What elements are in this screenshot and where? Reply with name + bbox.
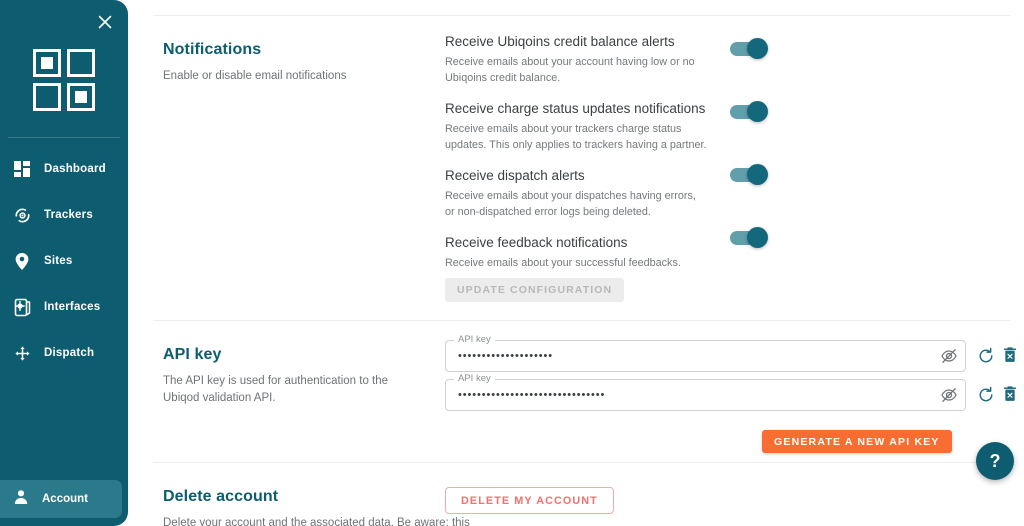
- notification-sub: Receive emails about your trackers charg…: [445, 122, 707, 152]
- notification-name: Receive dispatch alerts: [445, 168, 585, 184]
- delete-account-section-header: Delete account Delete your account and t…: [163, 488, 470, 526]
- notification-name: Receive charge status updates notificati…: [445, 101, 706, 117]
- notification-name: Receive Ubiqoins credit balance alerts: [445, 34, 675, 49]
- delete-my-account-button[interactable]: DELETE MY ACCOUNT: [445, 487, 614, 514]
- app-logo-icon: [0, 44, 128, 116]
- notification-row: Receive dispatch alerts Receive emails a…: [445, 167, 775, 221]
- divider-mid: [153, 320, 1010, 321]
- notification-sub: Receive emails about your successful fee…: [445, 256, 681, 269]
- api-key-row: API key •••••••••••••••••••••••••••••••: [445, 373, 1017, 411]
- help-question-icon[interactable]: ?: [976, 442, 1014, 480]
- sidebar-item-sites[interactable]: Sites: [0, 244, 128, 278]
- sidebar-item-dashboard[interactable]: Dashboard: [0, 152, 128, 186]
- refresh-icon[interactable]: [977, 386, 995, 404]
- divider-top: [153, 15, 1010, 16]
- sidebar-item-label: Account: [42, 493, 88, 505]
- sidebar-item-trackers[interactable]: Trackers: [0, 198, 128, 232]
- delete-account-title: Delete account: [163, 488, 279, 505]
- notification-sub: Receive emails about your dispatches hav…: [445, 189, 696, 219]
- sites-pin-icon: [12, 251, 32, 271]
- main-content: Notifications Enable or disable email no…: [128, 0, 1024, 526]
- trash-delete-icon[interactable]: [1001, 346, 1019, 364]
- sidebar-item-label: Dashboard: [44, 163, 106, 175]
- notifications-title: Notifications: [163, 41, 262, 58]
- sidebar-nav: Dashboard Trackers Sites Interfaces Disp…: [0, 152, 128, 382]
- notification-row: Receive feedback notifications Receive e…: [445, 234, 775, 271]
- notification-sub: Receive emails about your account having…: [445, 55, 695, 85]
- refresh-icon[interactable]: [977, 347, 995, 365]
- trackers-icon: [12, 205, 32, 225]
- sidebar-item-label: Trackers: [44, 209, 93, 221]
- api-key-title: API key: [163, 346, 222, 363]
- sidebar-item-label: Dispatch: [44, 347, 95, 359]
- notification-toggle-dispatch[interactable]: [730, 164, 768, 185]
- eye-off-icon[interactable]: [940, 386, 958, 404]
- eye-off-icon[interactable]: [940, 347, 958, 365]
- dispatch-icon: [12, 343, 32, 363]
- api-key-description: The API key is used for authentication t…: [163, 375, 389, 404]
- account-settings-page: Dashboard Trackers Sites Interfaces Disp…: [0, 0, 1024, 526]
- notifications-section-header: Notifications Enable or disable email no…: [163, 41, 346, 85]
- notification-row: Receive charge status updates notificati…: [445, 100, 775, 154]
- notification-toggle-ubiqoins[interactable]: [730, 38, 768, 59]
- update-configuration-button[interactable]: UPDATE CONFIGURATION: [445, 278, 625, 302]
- notifications-description: Enable or disable email notifications: [163, 70, 347, 82]
- close-icon[interactable]: [96, 13, 114, 31]
- sidebar-item-interfaces[interactable]: Interfaces: [0, 290, 128, 324]
- divider-bottom: [153, 462, 1010, 463]
- sidebar-item-account[interactable]: Account: [0, 480, 122, 518]
- sidebar: Dashboard Trackers Sites Interfaces Disp…: [0, 0, 128, 526]
- api-key-fields: API key •••••••••••••••••••• API key •••…: [445, 334, 1017, 453]
- sidebar-divider: [8, 137, 120, 138]
- trash-delete-icon[interactable]: [1001, 385, 1019, 403]
- notification-toggle-charge-status[interactable]: [730, 101, 768, 122]
- api-key-value: •••••••••••••••••••••••••••••••: [458, 389, 606, 401]
- notifications-list: Receive Ubiqoins credit balance alerts R…: [445, 33, 775, 284]
- api-key-section-header: API key The API key is used for authenti…: [163, 346, 413, 406]
- person-icon: [12, 488, 30, 511]
- notification-name: Receive feedback notifications: [445, 235, 628, 251]
- sidebar-item-dispatch[interactable]: Dispatch: [0, 336, 128, 370]
- dashboard-icon: [12, 159, 32, 179]
- interfaces-icon: [12, 297, 32, 317]
- notification-toggle-feedback[interactable]: [730, 227, 768, 248]
- delete-account-description: Delete your account and the associated d…: [163, 517, 470, 526]
- sidebar-item-label: Interfaces: [44, 301, 101, 313]
- generate-new-api-key-button[interactable]: GENERATE A NEW API KEY: [762, 430, 952, 453]
- api-key-row: API key ••••••••••••••••••••: [445, 334, 1017, 372]
- sidebar-item-label: Sites: [44, 255, 73, 267]
- api-key-value: ••••••••••••••••••••: [458, 350, 554, 362]
- notification-row: Receive Ubiqoins credit balance alerts R…: [445, 33, 775, 87]
